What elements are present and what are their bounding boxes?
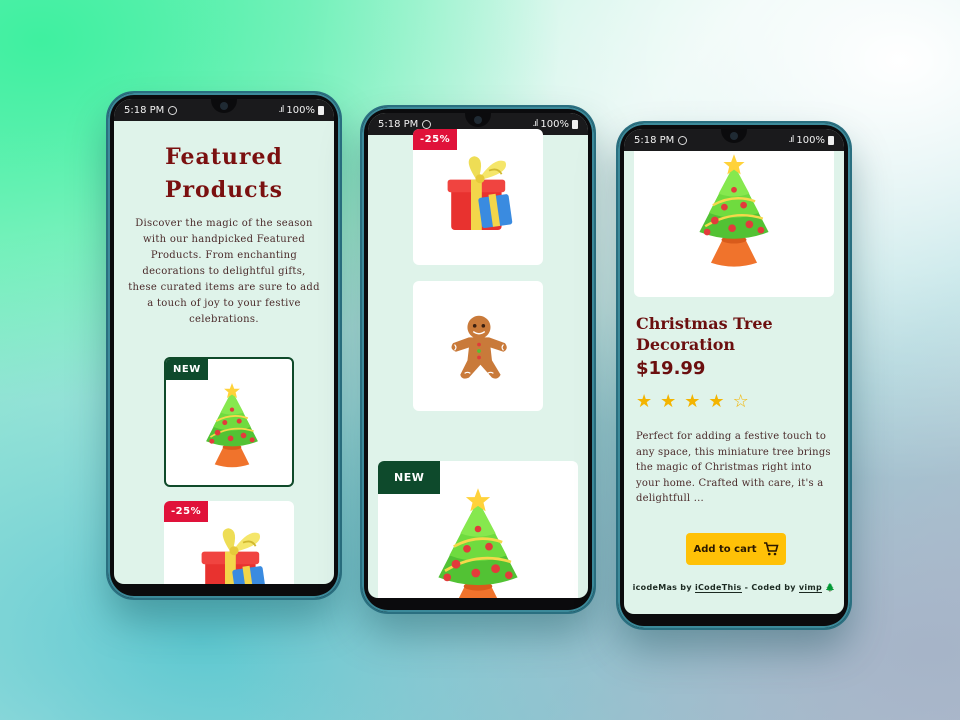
notification-icon [678,135,688,145]
gift-box-image [189,521,279,584]
star-empty-icon: ☆ [732,391,749,412]
page-title: Featured Products [114,141,334,207]
christmas-tree-image [196,379,268,469]
product-card-gift[interactable]: -25% [164,501,294,584]
battery-percent: 100% [286,104,315,116]
status-time: 5:18 PM [124,104,165,116]
new-badge: NEW [166,359,208,380]
status-time: 5:18 PM [634,134,675,146]
author-link[interactable]: vimp [798,583,823,593]
discount-badge: -25% [164,501,209,522]
gift-box-image [435,149,525,239]
footer-middle: - Coded by [744,583,796,592]
tree-emoji-icon: 🌲 [825,583,836,592]
new-badge: NEW [378,461,441,494]
notification-icon [422,119,432,129]
product-name: Christmas Tree Decoration [636,314,773,354]
product-card-gift[interactable]: -25% [413,129,543,265]
product-card-tree[interactable]: NEW [164,357,294,487]
page-title-line-1: Featured [165,144,283,170]
gingerbread-man-image [443,303,515,389]
footer-prefix: icodeMas by [632,583,692,592]
star-filled-icon: ★ [684,391,701,412]
footer-credits: icodeMas by iCodeThis - Coded by vimp 🌲 [624,583,844,593]
cart-icon [763,542,779,556]
phone-2-screen: 5:18 PM .ıl 100% -25% NEW [368,113,588,598]
product-card-tree[interactable]: NEW [378,461,578,598]
phone-mockup-1: 5:18 PM .ıl 100% Featured Products Discov… [108,93,340,598]
star-filled-icon: ★ [708,391,725,412]
phone-3-screen: 5:18 PM .ıl 100% Christmas Tree Decoratio… [624,129,844,614]
add-to-cart-button[interactable]: Add to cart [686,533,786,565]
discount-badge: -25% [413,129,458,150]
battery-icon [828,135,834,145]
product-image-card [634,151,834,297]
phone-mockup-3: 5:18 PM .ıl 100% Christmas Tree Decoratio… [618,123,850,628]
battery-percent: 100% [540,118,569,130]
star-filled-icon: ★ [660,391,677,412]
signal-icon: .ıl [278,105,285,115]
phone-1-screen: 5:18 PM .ıl 100% Featured Products Discov… [114,99,334,584]
battery-icon [318,105,324,115]
phone-mockup-2: 5:18 PM .ıl 100% -25% NEW [362,107,594,612]
star-filled-icon: ★ [636,391,653,412]
product-card-gingerbread[interactable] [413,281,543,411]
battery-percent: 100% [796,134,825,146]
add-to-cart-label: Add to cart [693,543,757,555]
battery-icon [572,119,578,129]
page-title-line-2: Products [164,177,284,203]
page-description: Discover the magic of the season with ou… [128,218,320,325]
product-description: Perfect for adding a festive touch to an… [636,431,831,504]
notification-icon [168,105,178,115]
christmas-tree-image [686,151,782,273]
status-time: 5:18 PM [378,118,419,130]
christmas-tree-image [423,481,533,598]
signal-icon: .ıl [532,119,539,129]
signal-icon: .ıl [788,135,795,145]
rating-stars: ★ ★ ★ ★ ☆ [636,391,749,412]
icodethis-link[interactable]: iCodeThis [694,583,742,593]
product-price: $19.99 [636,358,706,379]
